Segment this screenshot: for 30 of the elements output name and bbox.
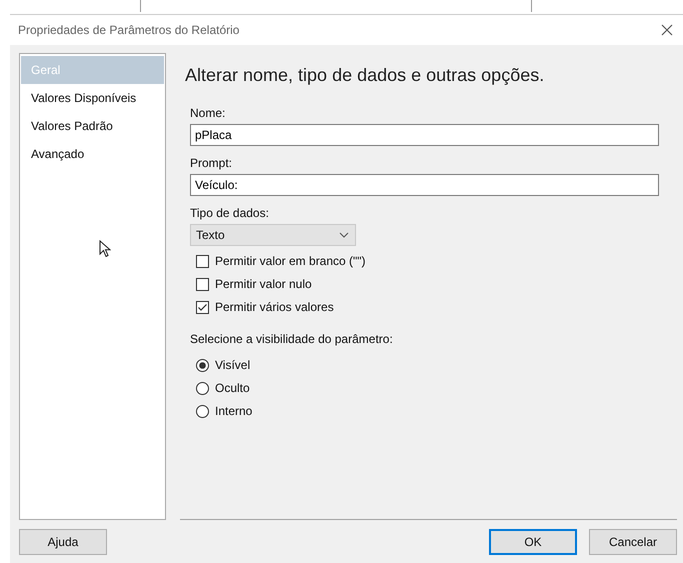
field-label: Prompt: xyxy=(190,156,232,170)
close-icon[interactable] xyxy=(661,24,673,36)
input-field[interactable]: Veículo: xyxy=(190,174,659,196)
ok-button[interactable]: OK xyxy=(489,529,577,555)
radio-button[interactable] xyxy=(196,404,209,418)
chevron-icon xyxy=(339,232,349,238)
field-label: Nome: xyxy=(190,106,226,120)
checkbox-label: Permitir valor em branco ("") xyxy=(215,254,366,268)
radio-button[interactable] xyxy=(196,382,209,394)
radio-button[interactable] xyxy=(196,358,209,372)
radio-label: Interno xyxy=(215,404,252,418)
sidebar-item[interactable]: Valores Disponíveis xyxy=(21,84,164,112)
sidebar-item[interactable]: Valores Padrão xyxy=(21,112,164,140)
checkbox[interactable] xyxy=(196,300,209,314)
help-button[interactable]: Ajuda xyxy=(19,529,107,555)
input-field[interactable]: pPlaca xyxy=(190,124,659,146)
checkbox-label: Permitir valor nulo xyxy=(215,277,312,291)
checkbox[interactable] xyxy=(196,278,209,290)
section-label: Selecione a visibilidade do parâmetro: xyxy=(190,332,393,346)
cancel-button[interactable]: Cancelar xyxy=(589,529,677,555)
checkbox[interactable] xyxy=(196,254,209,268)
dropdown[interactable]: Texto xyxy=(190,224,356,246)
page-heading: Alterar nome, tipo de dados e outras opções. xyxy=(185,65,544,86)
mouse-cursor-icon xyxy=(99,240,111,258)
field-label: Tipo de dados: xyxy=(190,206,269,220)
checkbox-label: Permitir vários valores xyxy=(215,300,334,314)
radio-label: Visível xyxy=(215,358,250,372)
sidebar-item[interactable]: Avançado xyxy=(21,140,164,168)
radio-label: Oculto xyxy=(215,381,250,395)
window-title: Propriedades de Parâmetros do Relatório xyxy=(18,23,240,37)
